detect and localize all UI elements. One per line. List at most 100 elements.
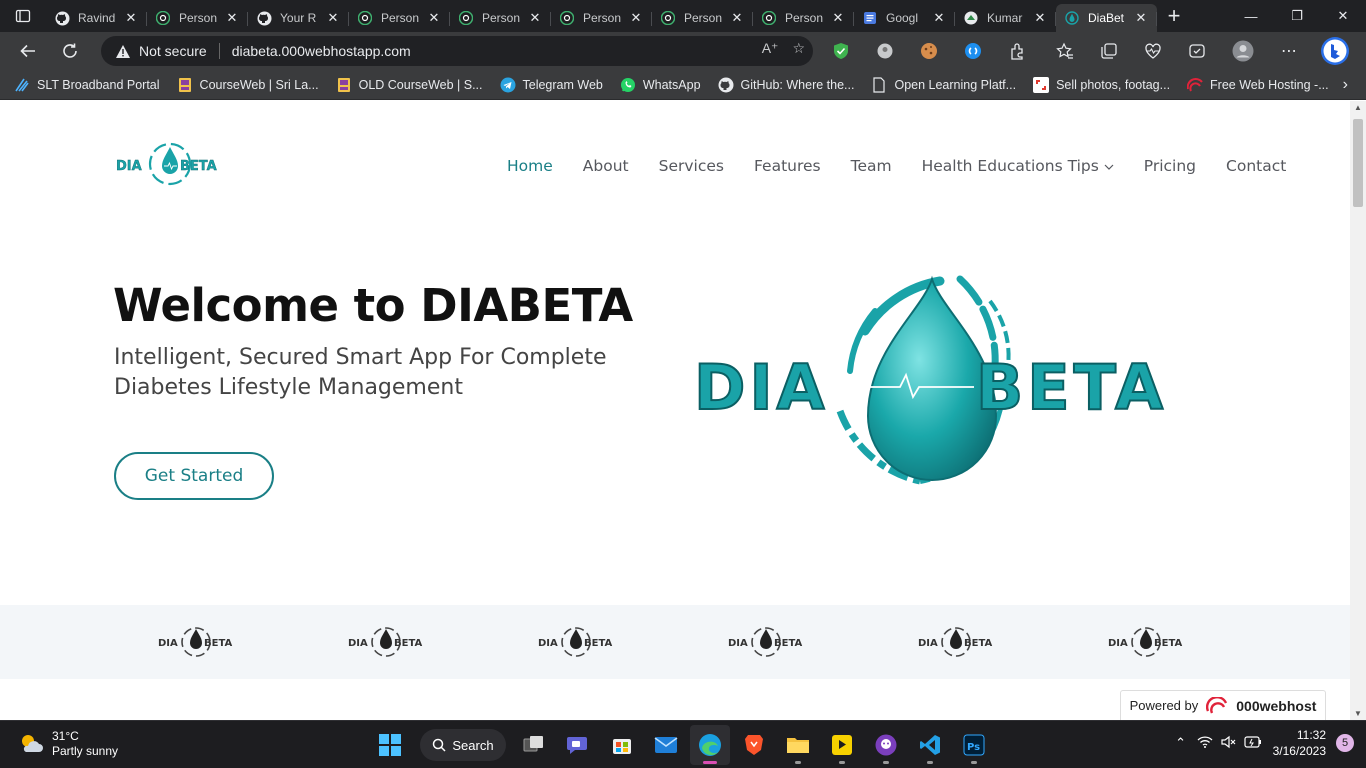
- clock-date: 3/16/2023: [1272, 744, 1326, 758]
- start-button[interactable]: [370, 725, 410, 765]
- file-explorer-button[interactable]: [778, 725, 818, 765]
- nav-link-health-educations-tips[interactable]: Health Educations Tips: [922, 157, 1114, 175]
- photoshop-button[interactable]: Ps: [954, 725, 994, 765]
- vscode-button[interactable]: [910, 725, 950, 765]
- scroll-down-icon[interactable]: ▼: [1354, 709, 1362, 718]
- teams-chat-button[interactable]: [558, 725, 598, 765]
- browser-tab[interactable]: DiaBet ✕: [1056, 4, 1157, 32]
- close-tab-icon[interactable]: ✕: [527, 10, 543, 26]
- close-tab-icon[interactable]: ✕: [1133, 10, 1149, 26]
- browser-tab[interactable]: Person ✕: [753, 4, 854, 32]
- bookmark-item[interactable]: Telegram Web: [500, 77, 603, 93]
- task-view-button[interactable]: [514, 725, 554, 765]
- browser-tab[interactable]: Your R ✕: [248, 4, 349, 32]
- add-favorite-icon[interactable]: ☆: [792, 40, 805, 57]
- refresh-button[interactable]: [52, 35, 88, 67]
- nav-link-team[interactable]: Team: [851, 157, 892, 175]
- weather-widget[interactable]: 31°C Partly sunny: [18, 729, 118, 759]
- store-button[interactable]: [602, 725, 642, 765]
- url-text[interactable]: diabeta.000webhostapp.com: [232, 43, 411, 59]
- photoshop-icon: Ps: [963, 734, 985, 756]
- bookmarks-more-chevron-icon[interactable]: ›: [1343, 76, 1348, 94]
- read-aloud-icon[interactable]: A⁺: [762, 40, 779, 57]
- browser-tab[interactable]: Person ✕: [450, 4, 551, 32]
- close-tab-icon[interactable]: ✕: [224, 10, 240, 26]
- tray-chevron-icon[interactable]: ⌃: [1169, 735, 1193, 751]
- bing-chat-icon[interactable]: [1320, 36, 1350, 66]
- security-indicator[interactable]: Not secure: [115, 43, 207, 59]
- health-icon[interactable]: [1138, 36, 1168, 66]
- get-started-button[interactable]: Get Started: [114, 452, 274, 500]
- close-tab-icon[interactable]: ✕: [325, 10, 341, 26]
- cookie-extension-icon[interactable]: [914, 36, 944, 66]
- new-tab-button[interactable]: +: [1157, 0, 1191, 32]
- tab-title: Your R: [280, 11, 317, 25]
- nav-link-home[interactable]: Home: [507, 157, 553, 175]
- clock[interactable]: 11:32 3/16/2023: [1273, 727, 1326, 759]
- nav-link-features[interactable]: Features: [754, 157, 821, 175]
- bookmark-item[interactable]: WhatsApp: [620, 77, 701, 93]
- svg-text:BETA: BETA: [774, 638, 802, 649]
- profile-avatar-icon[interactable]: [1228, 36, 1258, 66]
- bookmark-item[interactable]: CourseWeb | Sri La...: [177, 77, 319, 93]
- browser-tab[interactable]: Ravind ✕: [46, 4, 147, 32]
- volume-muted-icon[interactable]: [1217, 735, 1241, 752]
- minimize-button[interactable]: —: [1228, 0, 1274, 32]
- settings-more-icon[interactable]: ⋯: [1274, 36, 1304, 66]
- close-window-button[interactable]: ✕: [1320, 0, 1366, 32]
- scroll-thumb[interactable]: [1353, 119, 1363, 207]
- page-scrollbar[interactable]: ▲ ▼: [1350, 101, 1366, 720]
- battery-icon[interactable]: [1241, 735, 1265, 751]
- maximize-button[interactable]: ❐: [1274, 0, 1320, 32]
- browser-tab[interactable]: Person ✕: [349, 4, 450, 32]
- close-tab-icon[interactable]: ✕: [426, 10, 442, 26]
- mail-button[interactable]: [646, 725, 686, 765]
- tab-actions-button[interactable]: [0, 0, 46, 32]
- browser-tab[interactable]: Kumar ✕: [955, 4, 1056, 32]
- nav-link-about[interactable]: About: [583, 157, 629, 175]
- extensions-icon[interactable]: [1002, 36, 1032, 66]
- close-tab-icon[interactable]: ✕: [628, 10, 644, 26]
- bookmark-item[interactable]: Sell photos, footag...: [1033, 76, 1170, 93]
- bookmark-item[interactable]: OLD CourseWeb | S...: [336, 77, 483, 93]
- browser-tab[interactable]: Person ✕: [147, 4, 248, 32]
- shield-extension-icon[interactable]: [826, 36, 856, 66]
- profile-extension-icon[interactable]: [870, 36, 900, 66]
- address-bar[interactable]: Not secure diabeta.000webhostapp.com A⁺ …: [101, 36, 813, 66]
- bookmark-item[interactable]: Open Learning Platf...: [871, 76, 1016, 93]
- collections-icon[interactable]: [1094, 36, 1124, 66]
- close-tab-icon[interactable]: ✕: [931, 10, 947, 26]
- bookmark-item[interactable]: GitHub: Where the...: [718, 77, 854, 93]
- nav-link-contact[interactable]: Contact: [1226, 157, 1286, 175]
- favorites-icon[interactable]: [1050, 36, 1080, 66]
- client-logo: DIA BETA: [346, 623, 436, 661]
- player-button[interactable]: [822, 725, 862, 765]
- browser-tab[interactable]: Person ✕: [551, 4, 652, 32]
- performance-icon[interactable]: [1182, 36, 1212, 66]
- scroll-up-icon[interactable]: ▲: [1354, 103, 1362, 112]
- browser-tab[interactable]: Person ✕: [652, 4, 753, 32]
- nav-link-pricing[interactable]: Pricing: [1144, 157, 1196, 175]
- bookmark-item[interactable]: SLT Broadband Portal: [14, 77, 160, 93]
- close-tab-icon[interactable]: ✕: [123, 10, 139, 26]
- bookmark-item[interactable]: Free Web Hosting -...: [1187, 77, 1329, 93]
- taskbar-search[interactable]: Search: [420, 729, 506, 761]
- svg-text:BETA: BETA: [1154, 638, 1182, 649]
- wifi-icon[interactable]: [1193, 735, 1217, 751]
- close-tab-icon[interactable]: ✕: [729, 10, 745, 26]
- bookmarks-bar: SLT Broadband Portal CourseWeb | Sri La..…: [0, 70, 1366, 100]
- close-tab-icon[interactable]: ✕: [1032, 10, 1048, 26]
- close-tab-icon[interactable]: ✕: [830, 10, 846, 26]
- site-logo[interactable]: DIA BETA: [114, 139, 236, 189]
- brave-button[interactable]: [734, 725, 774, 765]
- nav-link-services[interactable]: Services: [659, 157, 724, 175]
- tab-title: Kumar: [987, 11, 1023, 25]
- powered-by-badge[interactable]: Powered by 000webhost: [1120, 690, 1326, 720]
- back-button[interactable]: [10, 35, 46, 67]
- github-desktop-button[interactable]: [866, 725, 906, 765]
- shazam-extension-icon[interactable]: [958, 36, 988, 66]
- browser-tab[interactable]: Googl ✕: [854, 4, 955, 32]
- windows-icon: [379, 734, 401, 756]
- edge-button[interactable]: [690, 725, 730, 765]
- notification-badge[interactable]: 5: [1336, 734, 1354, 752]
